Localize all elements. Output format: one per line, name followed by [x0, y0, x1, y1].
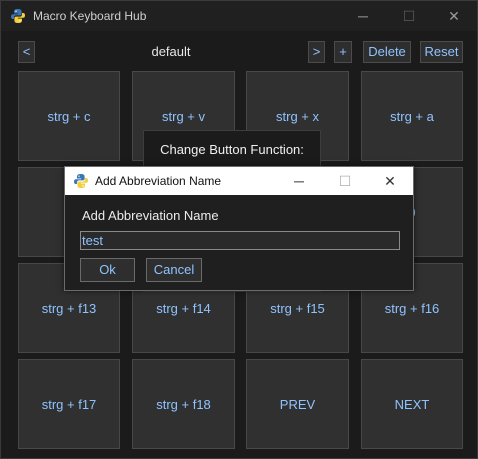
- python-logo-icon: [74, 174, 88, 188]
- cancel-button[interactable]: Cancel: [146, 258, 202, 282]
- close-icon[interactable]: ✕: [367, 167, 413, 195]
- macro-key[interactable]: strg + f18: [132, 359, 235, 449]
- macro-key[interactable]: strg + c: [18, 71, 120, 161]
- macro-key[interactable]: strg + f17: [18, 359, 120, 449]
- profile-name: default: [151, 44, 191, 59]
- dialog-titlebar[interactable]: Add Abbreviation Name ─ ☐ ✕: [65, 167, 413, 195]
- abbreviation-label: Add Abbreviation Name: [82, 208, 219, 223]
- change-function-title: Change Button Function:: [160, 142, 304, 157]
- abbreviation-input[interactable]: [80, 231, 400, 250]
- close-icon[interactable]: ✕: [431, 1, 477, 31]
- minimize-icon[interactable]: ─: [340, 1, 386, 31]
- prev-profile-button[interactable]: <: [18, 41, 35, 63]
- abbreviation-dialog: Add Abbreviation Name ─ ☐ ✕ Add Abbrevia…: [64, 166, 414, 291]
- python-logo-icon: [11, 9, 25, 23]
- next-profile-button[interactable]: >: [308, 41, 325, 63]
- next-page-key[interactable]: NEXT: [361, 359, 463, 449]
- dialog-title: Add Abbreviation Name: [95, 174, 222, 188]
- delete-profile-button[interactable]: Delete: [363, 41, 411, 63]
- prev-page-key[interactable]: PREV: [246, 359, 349, 449]
- maximize-icon[interactable]: ☐: [322, 167, 368, 195]
- reset-button[interactable]: Reset: [420, 41, 463, 63]
- add-profile-button[interactable]: +: [334, 41, 352, 63]
- minimize-icon[interactable]: ─: [276, 167, 322, 195]
- maximize-icon[interactable]: ☐: [386, 1, 432, 31]
- window-title: Macro Keyboard Hub: [33, 9, 147, 23]
- main-titlebar[interactable]: Macro Keyboard Hub ─ ☐ ✕: [1, 1, 477, 31]
- macro-key[interactable]: strg + a: [361, 71, 463, 161]
- ok-button[interactable]: Ok: [80, 258, 135, 282]
